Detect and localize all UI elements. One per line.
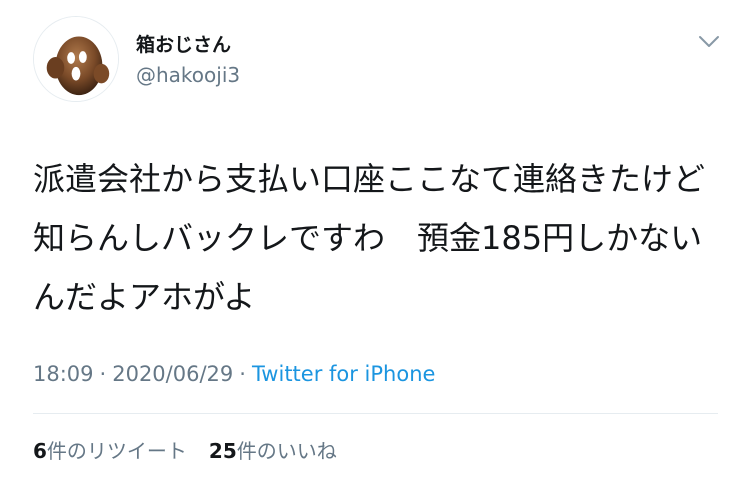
tweet-source-link[interactable]: Twitter for iPhone: [252, 362, 436, 386]
likes-stat[interactable]: 25件のいいね: [209, 439, 337, 463]
likes-label: 件のいいね: [236, 439, 337, 463]
separator-dot: ·: [239, 362, 246, 386]
avatar[interactable]: [33, 16, 119, 102]
likes-count: 25: [208, 439, 237, 463]
user-handle[interactable]: @hakooji3: [136, 63, 240, 87]
retweets-stat[interactable]: 6件のリツイート: [33, 439, 187, 463]
tweet-card: 箱おじさん @hakooji3 派遣会社から支払い口座ここなて連絡きたけど知らん…: [0, 0, 750, 477]
tweet-text: 派遣会社から支払い口座ここなて連絡きたけど知らんしバックレですわ 預金185円し…: [33, 160, 706, 316]
tweet-date[interactable]: 2020/06/29: [112, 362, 233, 386]
tweet-metadata: 18:09 · 2020/06/29 · Twitter for iPhone: [33, 362, 435, 386]
retweets-label: 件のリツイート: [46, 439, 187, 463]
avatar-ghost-figure-icon: [34, 17, 118, 101]
divider: [33, 413, 718, 414]
more-options-button[interactable]: [694, 30, 724, 54]
display-name[interactable]: 箱おじさん: [136, 30, 231, 57]
separator-dot: ·: [99, 362, 107, 386]
tweet-stats: 6件のリツイート 25件のいいね: [33, 435, 337, 464]
retweets-count: 6: [33, 439, 47, 463]
chevron-down-icon: [699, 36, 719, 47]
tweet-time[interactable]: 18:09: [33, 362, 94, 386]
